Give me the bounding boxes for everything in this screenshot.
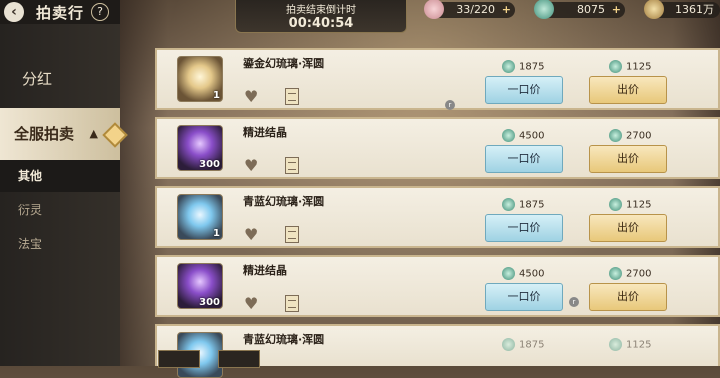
buyout-price: 1875 xyxy=(502,198,544,211)
item-name: 青蓝幻琉璃·浑圆 xyxy=(243,195,325,208)
spirit-stone-icon xyxy=(534,0,554,19)
buyout-button[interactable]: 一口价 xyxy=(485,76,563,104)
buyout-price: 4500 xyxy=(502,129,544,142)
page-title: 拍卖行 xyxy=(36,4,85,22)
spirit-stone-icon xyxy=(502,60,515,73)
spirit-stone-icon xyxy=(502,198,515,211)
heart-icon[interactable]: ♥ xyxy=(244,89,258,105)
buyout-price: 4500 xyxy=(502,267,544,280)
sidebar-sub-yanling[interactable]: 衍灵 xyxy=(0,194,120,226)
item-quantity: 1 xyxy=(213,90,220,101)
bid-button[interactable]: 出价 xyxy=(589,76,667,104)
bid-button[interactable]: 出价 xyxy=(589,283,667,311)
bid-button[interactable]: 出价 xyxy=(589,145,667,173)
plus-button[interactable]: + xyxy=(502,2,511,18)
item-name: 精进结晶 xyxy=(243,264,287,277)
bid-price: 1125 xyxy=(609,198,651,211)
countdown-label: 拍卖结束倒计时 xyxy=(286,5,356,16)
resource-value: 33/220 xyxy=(456,3,495,16)
item-name: 鎏金幻琉璃·浑圆 xyxy=(243,57,325,70)
purple-crystal-icon[interactable]: 300 xyxy=(177,263,223,309)
bottom-tab[interactable] xyxy=(218,350,260,368)
gold-orb-icon[interactable]: 1 xyxy=(177,56,223,102)
countdown-panel: 拍卖结束倒计时 00:40:54 xyxy=(235,0,407,33)
bid-price: 1125 xyxy=(609,338,651,351)
document-icon[interactable] xyxy=(285,226,299,243)
info-dot-icon: r xyxy=(569,297,579,307)
resource-coin: 1361万 xyxy=(644,0,720,19)
document-icon[interactable] xyxy=(285,157,299,174)
bid-price: 2700 xyxy=(609,129,651,142)
sidebar-item-label: 全服拍卖 xyxy=(14,125,75,143)
item-quantity: 1 xyxy=(213,228,220,239)
info-dot-icon: r xyxy=(445,100,455,110)
coin-icon xyxy=(644,0,664,19)
bid-price: 1125 xyxy=(609,60,651,73)
heart-icon[interactable]: ♥ xyxy=(244,227,258,243)
list-item: 1 鎏金幻琉璃·浑圆 ♥ r 1875 1125 一口价 出价 xyxy=(155,48,720,110)
document-icon[interactable] xyxy=(285,295,299,312)
list-item: 1 青蓝幻琉璃·浑圆 ♥ 1875 1125 一口价 出价 xyxy=(155,186,720,248)
spirit-stone-icon xyxy=(609,338,622,351)
purple-crystal-icon[interactable]: 300 xyxy=(177,125,223,171)
spirit-stone-icon xyxy=(502,338,515,351)
heart-icon[interactable]: ♥ xyxy=(244,296,258,312)
bid-price: 2700 xyxy=(609,267,651,280)
spirit-stone-icon xyxy=(609,60,622,73)
sidebar-item-fenhong[interactable]: 分红 xyxy=(0,52,120,106)
buyout-button[interactable]: 一口价 xyxy=(485,283,563,311)
blue-orb-icon[interactable]: 1 xyxy=(177,194,223,240)
spirit-stone-icon xyxy=(609,198,622,211)
resource-peach: 33/220 + xyxy=(424,0,515,19)
resource-value: 8075 xyxy=(577,3,605,16)
countdown-value: 00:40:54 xyxy=(288,16,354,31)
bid-button[interactable]: 出价 xyxy=(589,214,667,242)
back-button[interactable]: ‹ xyxy=(4,2,24,22)
sidebar: ‹ 拍卖行 ? 分红 全服拍卖 ▲ 其他 衍灵 法宝 xyxy=(0,0,128,366)
item-quantity: 300 xyxy=(199,297,220,308)
spirit-stone-icon xyxy=(609,129,622,142)
list-item: 300 精进结晶 ♥ r 4500 2700 一口价 出价 xyxy=(155,255,720,317)
spirit-stone-icon xyxy=(609,267,622,280)
resource-value: 1361万 xyxy=(675,3,714,16)
item-quantity: 300 xyxy=(199,159,220,170)
sidebar-sub-fabao[interactable]: 法宝 xyxy=(0,228,120,260)
peach-icon xyxy=(424,0,444,19)
buyout-button[interactable]: 一口价 xyxy=(485,145,563,173)
buyout-price: 1875 xyxy=(502,60,544,73)
heart-icon[interactable]: ♥ xyxy=(244,158,258,174)
buyout-button[interactable]: 一口价 xyxy=(485,214,563,242)
sidebar-sub-qita[interactable]: 其他 xyxy=(0,160,120,192)
chevron-up-icon: ▲ xyxy=(89,127,98,140)
plus-button[interactable]: + xyxy=(612,2,621,18)
bottom-tab[interactable] xyxy=(158,350,200,368)
resource-spirit-stone: 8075 + xyxy=(534,0,625,19)
help-icon[interactable]: ? xyxy=(91,3,109,21)
item-name: 青蓝幻琉璃·浑圆 xyxy=(243,333,325,346)
bottom-tabs xyxy=(150,350,350,368)
spirit-stone-icon xyxy=(502,129,515,142)
spirit-stone-icon xyxy=(502,267,515,280)
sidebar-item-quanfu[interactable]: 全服拍卖 ▲ xyxy=(0,108,128,160)
item-name: 精进结晶 xyxy=(243,126,287,139)
list-item: 300 精进结晶 ♥ 4500 2700 一口价 出价 xyxy=(155,117,720,179)
document-icon[interactable] xyxy=(285,88,299,105)
buyout-price: 1875 xyxy=(502,338,544,351)
